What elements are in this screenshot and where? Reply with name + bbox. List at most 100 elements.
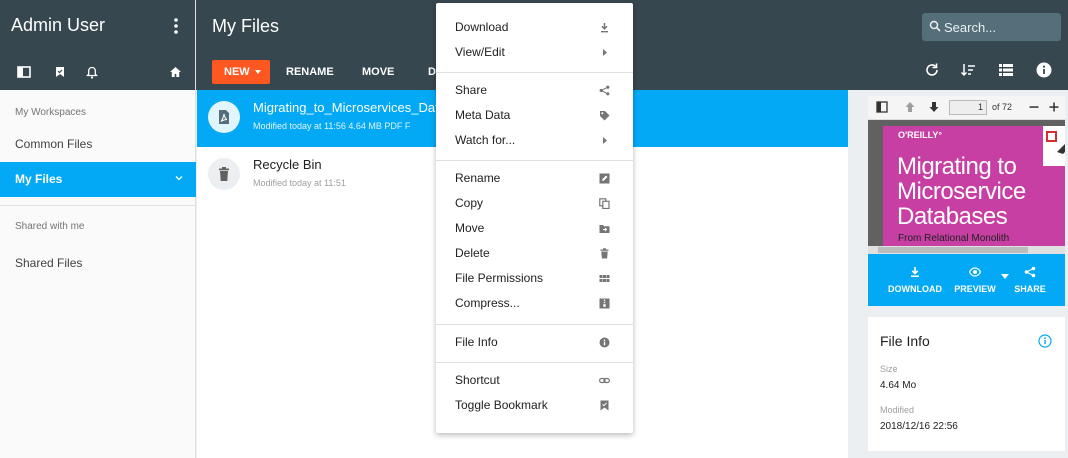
preview-action-button[interactable]: PREVIEW [950,254,1000,306]
info-icon [599,337,610,348]
copy-icon [599,198,610,209]
menu-item-compress[interactable]: Compress... [436,291,633,316]
arrow-down-icon[interactable] [928,101,940,113]
horizontal-scrollbar[interactable] [868,246,1065,254]
pdf-toolbar: 1 of 72 [868,96,1065,120]
link-icon [599,375,610,386]
share-icon [599,85,610,96]
sidebar-item-shared-files[interactable]: Shared Files [0,246,196,281]
chevron-right-icon [599,135,610,146]
zoom-in-icon[interactable] [1048,101,1060,113]
preview-dropdown-button[interactable] [1000,254,1010,306]
menu-item-toggle-bookmark[interactable]: Toggle Bookmark [436,393,633,418]
zoom-out-icon[interactable] [1028,101,1040,113]
sidebar-item-my-files[interactable]: My Files [0,162,196,197]
tag-icon [599,110,610,121]
arrow-up-icon[interactable] [904,101,916,113]
details-panel: 1 of 72 O'REILLY° Migrating to Microserv… [848,90,1068,458]
page-title: My Files [212,16,279,36]
menu-item-label: Toggle Bookmark [455,398,548,412]
new-button[interactable]: NEW [212,60,270,84]
menu-item-label: Download [455,20,509,34]
menu-item-shortcut[interactable]: Shortcut [436,368,633,393]
menu-item-view-edit[interactable]: View/Edit [436,40,633,65]
info-icon[interactable] [1036,62,1052,78]
sidebar-toggle-icon[interactable] [876,101,888,113]
trash-icon [208,158,240,190]
menu-item-file-permissions[interactable]: File Permissions [436,266,633,291]
cover-title-line: Microservice [897,178,1026,205]
menu-item-share[interactable]: Share [436,78,633,103]
chevron-down-icon[interactable] [174,174,184,182]
book-cover: O'REILLY° Migrating to Microservice Data… [883,126,1065,246]
section-label-workspaces: My Workspaces [15,107,86,118]
menu-item-label: Rename [455,171,501,185]
menu-item-label: Compress... [455,296,520,310]
file-info-card: File Info Size 4.64 Mo Modified 2018/12/… [868,317,1065,451]
pdf-viewer[interactable]: 1 of 72 O'REILLY° Migrating to Microserv… [868,96,1065,254]
trash-icon [599,248,610,259]
page-total: of 72 [992,102,1013,112]
menu-item-label: Move [455,221,485,235]
cover-subtitle: From Relational Monolith [898,233,1010,244]
menu-item-label: Shortcut [455,373,500,387]
download-action-button[interactable]: DOWNLOAD [886,254,944,306]
menu-item-label: Watch for... [455,133,516,147]
file-name: Migrating_to_Microservices_Data [253,100,446,115]
cover-publisher: O'REILLY° [898,130,942,140]
eye-icon [969,266,981,278]
caret-down-icon [255,70,261,74]
menu-item-watch-for[interactable]: Watch for... [436,128,633,153]
menu-item-meta-data[interactable]: Meta Data [436,103,633,128]
sidebar-item-label: My Files [15,172,63,186]
bell-icon[interactable] [86,66,98,79]
preview-actions: DOWNLOAD PREVIEW SHARE [868,254,1065,306]
menu-item-copy[interactable]: Copy [436,191,633,216]
menu-item-download[interactable]: Download [436,15,633,40]
user-name[interactable]: Admin User [11,15,105,36]
download-icon [909,266,921,278]
modified-label: Modified [880,405,915,415]
search-box[interactable] [922,13,1061,41]
new-button-label: NEW [224,66,250,78]
info-icon[interactable] [1038,334,1052,348]
home-icon[interactable] [169,66,182,78]
menu-item-label: Meta Data [455,108,511,122]
chevron-right-icon [599,47,610,58]
menu-item-label: Share [455,83,488,97]
size-value: 4.64 Mo [880,380,917,391]
list-view-icon[interactable] [998,62,1014,78]
menu-item-delete[interactable]: Delete [436,241,633,266]
scrollbar-thumb[interactable] [878,247,1028,253]
file-name: Recycle Bin [253,157,322,172]
modified-value: 2018/12/16 22:56 [880,421,958,432]
refresh-icon[interactable] [924,62,940,78]
menu-item-rename[interactable]: Rename [436,166,633,191]
menu-item-label: File Permissions [455,271,544,285]
sidebar-toggle-icon[interactable] [17,66,31,78]
search-input[interactable] [944,13,1056,41]
grid-icon [599,273,610,284]
sidebar: Admin User My Workspaces Common Files My… [0,0,196,458]
menu-item-move[interactable]: Move [436,216,633,241]
archive-icon [599,298,610,309]
bookmark-icon[interactable] [54,66,66,78]
pdf-file-icon [208,101,240,133]
sidebar-header: Admin User [0,0,195,90]
share-icon [1024,266,1036,278]
page-number-input[interactable]: 1 [949,100,987,115]
share-action-button[interactable]: SHARE [1010,254,1050,306]
menu-item-file-info[interactable]: File Info [436,330,633,355]
move-button[interactable]: MOVE [362,60,394,84]
sidebar-item-common-files[interactable]: Common Files [0,127,196,162]
more-vert-icon[interactable] [168,16,184,36]
file-meta: Modified today at 11:51 [253,178,346,188]
download-button[interactable]: D [428,60,436,84]
menu-item-label: Copy [455,196,484,210]
preview-label: PREVIEW [954,284,996,294]
cover-badge [1043,126,1065,166]
caret-down-icon [1001,274,1009,280]
sort-icon[interactable] [960,62,976,78]
menu-divider [436,160,633,161]
rename-button[interactable]: RENAME [286,60,334,84]
